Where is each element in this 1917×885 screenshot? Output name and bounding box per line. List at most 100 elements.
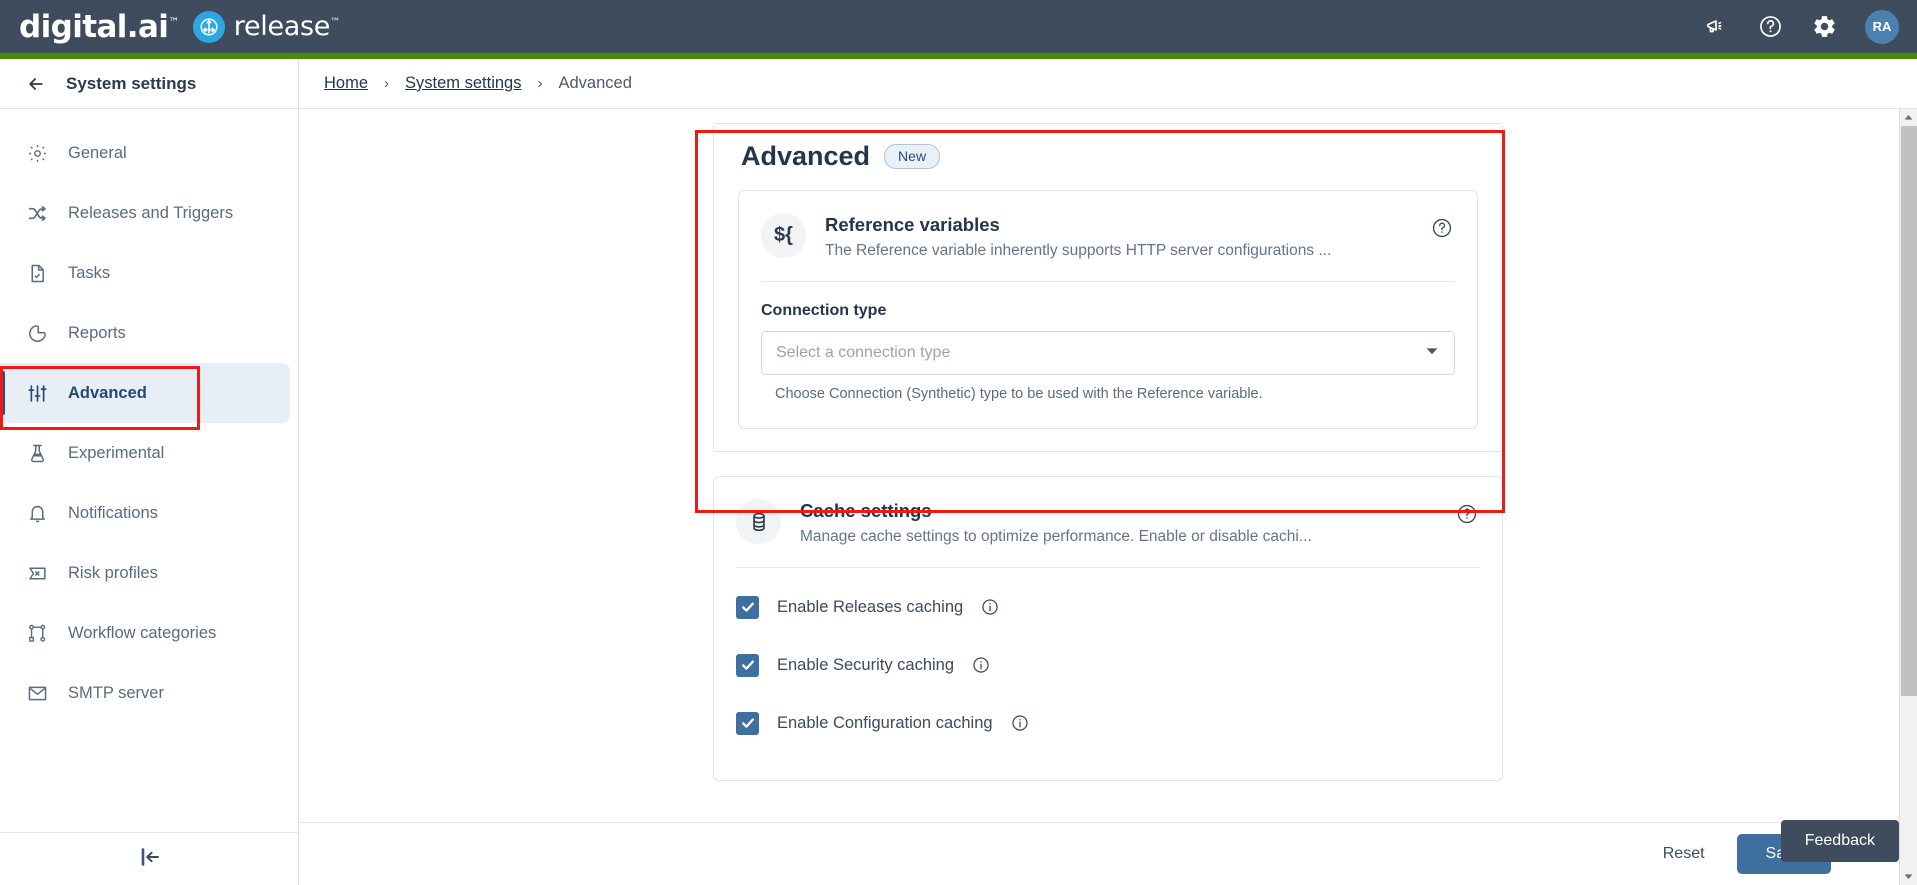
checkbox-label: Enable Security caching [777,655,955,674]
brand-logo-group[interactable]: digital.ai™ release™ [0,9,340,45]
trademark-mark-2: ™ [330,17,340,28]
risk-flag-icon [26,562,48,584]
sidebar-item-general[interactable]: General [0,123,290,183]
cache-settings-description: Manage cache settings to optimize perfor… [800,528,1312,546]
main-content-area: Advanced New ${ Reference variables The … [299,109,1899,822]
sidebar-item-notifications[interactable]: Notifications [0,483,290,543]
gear-icon[interactable] [1811,14,1837,40]
help-circle-icon[interactable] [1431,217,1453,239]
scroll-down-arrow-icon[interactable] [1900,868,1917,885]
scroll-up-arrow-icon[interactable] [1900,109,1917,126]
sidebar-item-label: Releases and Triggers [68,203,234,222]
connection-type-select[interactable]: Select a connection type [761,331,1455,376]
sidebar-item-tasks[interactable]: Tasks [0,243,290,303]
release-circle-icon [192,10,225,43]
feedback-button[interactable]: Feedback [1780,820,1899,862]
chevron-down-icon[interactable] [1424,343,1440,364]
breadcrumb-system-settings[interactable]: System settings [405,74,521,93]
help-circle-icon[interactable] [1456,503,1478,525]
reference-variables-description: The Reference variable inherently suppor… [825,242,1332,259]
breadcrumb: Home › System settings › Advanced [299,59,1917,109]
settings-sidebar: System settings General Releases and Tri… [0,59,299,885]
connection-type-field: Connection type Select a connection type… [739,282,1477,428]
checkbox-label: Enable Configuration caching [777,713,993,732]
workflow-nodes-icon [26,622,48,644]
page-title: Advanced [741,141,871,171]
sliders-icon [26,382,48,404]
breadcrumb-current: Advanced [558,74,632,92]
digital-ai-logo: digital.ai™ [19,8,179,45]
bell-icon [26,502,48,524]
info-icon[interactable] [981,598,999,616]
breadcrumb-separator: › [384,75,390,92]
sidebar-item-label: Notifications [68,503,158,522]
sidebar-header: System settings [0,59,298,109]
cache-settings-header: Cache settings Manage cache settings to … [714,477,1502,567]
application-window: digital.ai™ release™ RA System settings … [0,0,1917,885]
sidebar-item-label: SMTP server [68,683,164,702]
reference-variables-text: Reference variables The Reference variab… [825,213,1412,261]
arrow-left-icon[interactable] [26,74,46,94]
help-icon[interactable] [1757,14,1783,40]
sidebar-footer [0,832,298,885]
checkbox-enable-security-caching[interactable] [736,653,759,677]
checkbox-enable-configuration-caching[interactable] [736,711,759,735]
sidebar-item-label: Tasks [68,263,111,282]
shuffle-icon [26,202,48,224]
advanced-section-card: Advanced New ${ Reference variables The … [713,123,1503,453]
breadcrumb-home[interactable]: Home [324,74,368,93]
reset-button[interactable]: Reset [1659,837,1709,871]
checkbox-row-configuration-caching: Enable Configuration caching [736,694,1480,752]
checkbox-label: Enable Releases caching [777,597,964,616]
cache-settings-panel: Cache settings Manage cache settings to … [713,476,1503,782]
collapse-sidebar-icon[interactable] [137,845,161,874]
info-icon[interactable] [972,656,990,674]
sidebar-item-risk-profiles[interactable]: Risk profiles [0,543,290,603]
release-product-logo: release™ [192,10,340,43]
connection-type-label: Connection type [761,302,887,320]
cache-checkbox-list: Enable Releases caching Enable Security … [714,568,1502,780]
flask-icon [26,442,48,464]
sidebar-item-label: Reports [68,323,126,342]
reference-variables-title: Reference variables [825,214,1000,235]
connection-type-placeholder: Select a connection type [776,344,951,362]
sidebar-item-experimental[interactable]: Experimental [0,423,290,483]
vertical-scrollbar[interactable] [1899,109,1917,885]
status-badge: New [884,144,941,169]
cache-settings-text: Cache settings Manage cache settings to … [800,499,1437,547]
checkbox-enable-releases-caching[interactable] [736,595,759,619]
sidebar-item-smtp-server[interactable]: SMTP server [0,663,290,723]
sidebar-item-releases-and-triggers[interactable]: Releases and Triggers [0,183,290,243]
database-icon [736,499,781,545]
announcement-icon[interactable] [1703,14,1729,40]
sidebar-item-label: Risk profiles [68,563,158,582]
sidebar-item-advanced[interactable]: Advanced [0,363,290,423]
checkbox-row-security-caching: Enable Security caching [736,636,1480,694]
scrollbar-thumb[interactable] [1901,126,1917,696]
sidebar-item-label: Advanced [68,383,147,402]
reference-variable-icon: ${ [761,213,806,258]
top-header-bar: digital.ai™ release™ RA [0,0,1917,53]
sidebar-title: System settings [66,73,197,93]
checkbox-row-releases-caching: Enable Releases caching [736,578,1480,636]
pie-chart-icon [26,322,48,344]
reference-variables-header: ${ Reference variables The Reference var… [739,191,1477,281]
gear-icon [26,142,48,164]
sidebar-item-label: Workflow categories [68,623,217,642]
release-wordmark: release™ [233,11,340,42]
sidebar-item-workflow-categories[interactable]: Workflow categories [0,603,290,663]
sidebar-item-label: General [68,143,127,162]
sidebar-item-reports[interactable]: Reports [0,303,290,363]
sidebar-nav-list: General Releases and Triggers Tasks Repo… [0,109,298,723]
page-title-row: Advanced New [714,124,1502,172]
sidebar-item-label: Experimental [68,443,165,462]
info-icon[interactable] [1011,714,1029,732]
reference-variables-panel: ${ Reference variables The Reference var… [738,190,1478,430]
envelope-icon [26,682,48,704]
connection-type-hint: Choose Connection (Synthetic) type to be… [775,386,1263,403]
settings-card-column: Advanced New ${ Reference variables The … [713,123,1503,782]
form-footer-bar: Reset Save [299,822,1917,885]
breadcrumb-separator: › [537,75,543,92]
cache-settings-title: Cache settings [800,500,932,522]
avatar[interactable]: RA [1865,9,1899,44]
